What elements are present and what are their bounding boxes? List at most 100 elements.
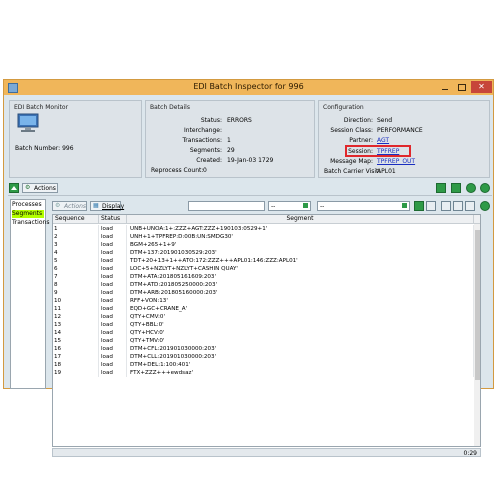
configuration-title: Configuration xyxy=(323,104,364,111)
cell-segment: DTM+CFL:201901030000:203' xyxy=(127,345,474,353)
cell-segment: DTM+ATD:201805250000:203' xyxy=(127,281,474,289)
table-row[interactable]: 17 load DTM+CLL:201901030000:203' xyxy=(53,353,474,361)
info-button[interactable] xyxy=(466,183,476,193)
table-row[interactable]: 5 load TDT+20+13+1++ATO:172:ZZZ+++APL01:14… xyxy=(53,257,474,265)
table-row[interactable]: 14 load QTY+HCV:0' xyxy=(53,329,474,337)
cell-segment: RFF+VON:13' xyxy=(127,297,474,305)
column-sequence[interactable]: Sequence xyxy=(53,215,99,223)
cell-status: load xyxy=(99,289,127,297)
display-icon: ▦ xyxy=(93,202,99,209)
cell-status: load xyxy=(99,233,127,241)
search-input[interactable] xyxy=(188,201,265,211)
segments-table: Sequence Status Segment 1 load UNB+UNOA:1+… xyxy=(52,214,481,447)
cell-sequence: 4 xyxy=(53,249,99,257)
partner-label: Partner: xyxy=(349,137,373,144)
batch-monitor-group: EDI Batch Monitor Batch Number: 996 xyxy=(9,100,142,178)
table-row[interactable]: 7 load DTM+ATA:201805161609:203' xyxy=(53,273,474,281)
maximize-icon xyxy=(458,84,466,91)
table-row[interactable]: 15 load QTY+TMV:0' xyxy=(53,337,474,345)
close-button[interactable]: ✕ xyxy=(471,81,492,93)
monitor-icon xyxy=(17,113,39,132)
title-bar[interactable]: EDI Batch Inspector for 996 ✕ xyxy=(4,80,493,95)
help-button[interactable] xyxy=(480,183,490,193)
reload-button[interactable] xyxy=(414,201,424,211)
table-row[interactable]: 19 load FTX+ZZZ+++ewdsaz' xyxy=(53,369,474,377)
help-icon[interactable] xyxy=(480,201,490,211)
cell-status: load xyxy=(99,273,127,281)
table-row[interactable]: 3 load BGM+265+1+9' xyxy=(53,241,474,249)
direction-value: Send xyxy=(377,117,393,124)
edit-icon[interactable] xyxy=(441,201,451,211)
filter-combo-2[interactable]: -- xyxy=(317,201,410,211)
actions-button[interactable]: ⚙ Actions xyxy=(22,183,58,193)
configuration-group: Configuration Direction: Send Session Cl… xyxy=(318,100,490,178)
table-row[interactable]: 8 load DTM+ATD:201805250000:203' xyxy=(53,281,474,289)
session-link[interactable]: TPFREP xyxy=(377,148,399,155)
table-row[interactable]: 13 load QTY+BBL:0' xyxy=(53,321,474,329)
cell-status: load xyxy=(99,353,127,361)
refresh-button[interactable] xyxy=(451,183,461,193)
filter-icon[interactable] xyxy=(426,201,436,211)
status-clock: 0:29 xyxy=(463,450,477,457)
cell-status: load xyxy=(99,345,127,353)
table-row[interactable]: 18 load DTM+DEL:1:100:401' xyxy=(53,361,474,369)
transactions-value: 1 xyxy=(227,137,231,144)
table-row[interactable]: 9 load DTM+ARB:201805160000:203' xyxy=(53,289,474,297)
session-label: Session: xyxy=(348,148,373,155)
sidebar-item-processes[interactable]: Processes xyxy=(12,201,44,209)
column-segment[interactable]: Segment xyxy=(127,215,474,223)
actions-icon: ⚙ xyxy=(25,184,31,191)
cell-sequence: 11 xyxy=(53,305,99,313)
cell-sequence: 16 xyxy=(53,345,99,353)
actions-secondary-button[interactable]: ⚙ Actions xyxy=(52,201,87,211)
cell-sequence: 15 xyxy=(53,337,99,345)
cell-status: load xyxy=(99,361,127,369)
remove-icon[interactable] xyxy=(465,201,475,211)
sidebar-item-segments[interactable]: Segments xyxy=(12,210,44,218)
table-row[interactable]: 12 load QTY+CMV:0' xyxy=(53,313,474,321)
collapse-up-button[interactable] xyxy=(9,183,19,193)
table-row[interactable]: 10 load RFF+VON:13' xyxy=(53,297,474,305)
multi-window-button[interactable] xyxy=(436,183,446,193)
minimize-icon xyxy=(442,89,448,90)
table-row[interactable]: 2 load UNH+1+TPFREP:D:00B:UN:SMDG30' xyxy=(53,233,474,241)
minimize-button[interactable] xyxy=(437,81,453,93)
cell-status: load xyxy=(99,305,127,313)
vertical-scrollbar[interactable] xyxy=(474,224,480,446)
sidebar-item-transactions[interactable]: Transactions xyxy=(12,219,49,227)
partner-link[interactable]: AGT xyxy=(377,137,389,144)
cell-sequence: 17 xyxy=(53,353,99,361)
message-map-link[interactable]: TPFREP_OUT xyxy=(377,158,415,165)
cell-status: load xyxy=(99,225,127,233)
reprocess-count-value: 0 xyxy=(203,167,207,174)
display-button[interactable]: ▦ Display xyxy=(90,201,125,211)
cell-sequence: 3 xyxy=(53,241,99,249)
cell-segment: BGM+265+1+9' xyxy=(127,241,474,249)
table-row[interactable]: 4 load DTM+137:201901030529:203' xyxy=(53,249,474,257)
cell-sequence: 8 xyxy=(53,281,99,289)
window-title: EDI Batch Inspector for 996 xyxy=(193,82,304,91)
cell-segment: DTM+ARB:201805160000:203' xyxy=(127,289,474,297)
cell-status: load xyxy=(99,329,127,337)
cell-segment: DTM+CLL:201901030000:203' xyxy=(127,353,474,361)
maximize-button[interactable] xyxy=(454,81,470,93)
add-icon[interactable] xyxy=(453,201,463,211)
cell-status: load xyxy=(99,337,127,345)
cell-status: load xyxy=(99,241,127,249)
table-row[interactable]: 6 load LOC+5+NZLYT+NZLYT+CASHIN QUAY' xyxy=(53,265,474,273)
filter-combo-2-value: -- xyxy=(320,203,325,210)
transactions-label: Transactions: xyxy=(182,137,222,144)
column-status[interactable]: Status xyxy=(99,215,127,223)
cell-status: load xyxy=(99,369,127,377)
created-value: 19-Jan-03 1729 xyxy=(227,157,274,164)
scrollbar-thumb[interactable] xyxy=(475,230,480,380)
interchange-label: Interchange: xyxy=(183,127,222,134)
table-row[interactable]: 11 load EQD+GC+CRANE_A' xyxy=(53,305,474,313)
actions-secondary-label: Actions xyxy=(64,203,87,210)
table-row[interactable]: 16 load DTM+CFL:201901030000:203' xyxy=(53,345,474,353)
display-label: Display xyxy=(102,203,125,210)
cell-segment: UNH+1+TPFREP:D:00B:UN:SMDG30' xyxy=(127,233,474,241)
filter-combo-1[interactable]: -- xyxy=(268,201,311,211)
cell-status: load xyxy=(99,321,127,329)
table-row[interactable]: 1 load UNB+UNOA:1+:ZZZ+AGT:ZZZ+190103:0529… xyxy=(53,225,474,233)
